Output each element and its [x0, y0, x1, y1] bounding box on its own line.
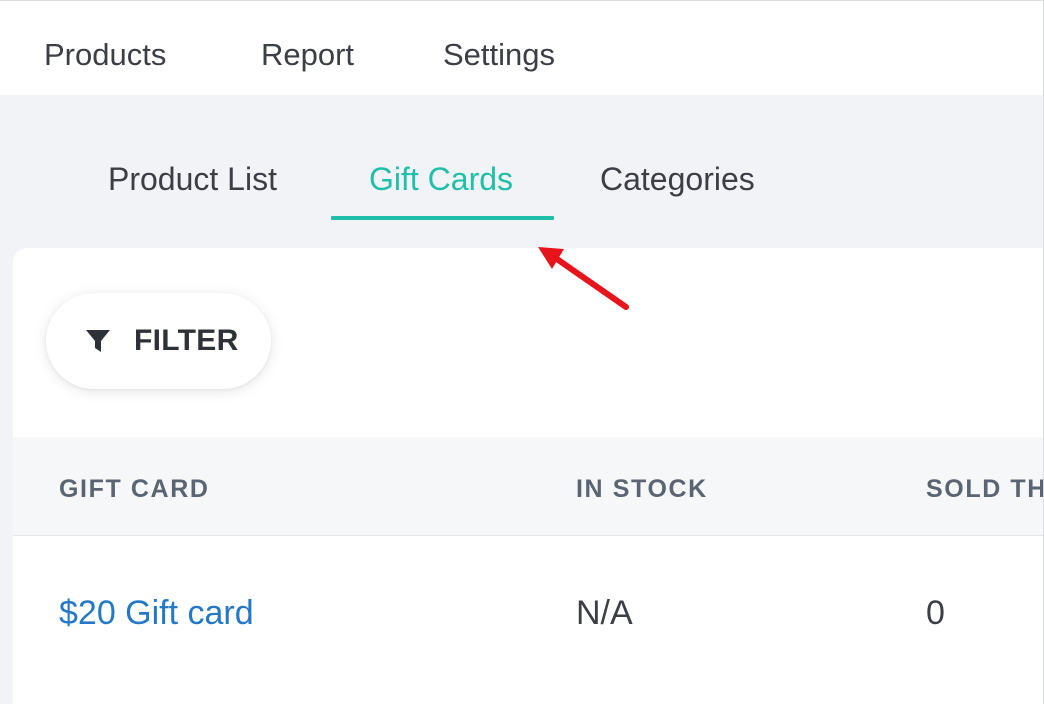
column-header-in-stock[interactable]: IN STOCK: [576, 474, 708, 504]
active-tab-indicator: [331, 216, 554, 220]
filter-button[interactable]: FILTER: [46, 293, 271, 389]
table-row: $20 Gift card N/A 0: [13, 536, 1043, 704]
tab-categories[interactable]: Categories: [600, 159, 755, 199]
in-stock-value: N/A: [576, 594, 633, 632]
annotation-arrow-icon: [538, 247, 629, 310]
nav-item-report[interactable]: Report: [261, 37, 354, 73]
tab-gift-cards[interactable]: Gift Cards: [369, 159, 513, 199]
top-navigation: Products Report Settings: [0, 1, 1043, 95]
app-window: Products Report Settings Product List Gi…: [0, 0, 1044, 704]
nav-item-products[interactable]: Products: [44, 37, 166, 73]
filter-icon: [86, 330, 110, 352]
filter-button-label: FILTER: [134, 324, 239, 357]
gift-card-name-link[interactable]: $20 Gift card: [59, 593, 254, 633]
content-area: Product List Gift Cards Categories FILTE…: [0, 95, 1043, 704]
column-header-sold[interactable]: SOLD TH: [926, 474, 1043, 504]
nav-item-settings[interactable]: Settings: [443, 37, 555, 73]
sold-value: 0: [926, 594, 945, 632]
tab-product-list[interactable]: Product List: [108, 159, 277, 199]
gift-cards-panel: FILTER GIFT CARD IN STOCK SOLD TH $20 Gi…: [13, 248, 1043, 704]
table-header: GIFT CARD IN STOCK SOLD TH: [13, 437, 1043, 536]
column-header-gift-card[interactable]: GIFT CARD: [59, 474, 210, 504]
